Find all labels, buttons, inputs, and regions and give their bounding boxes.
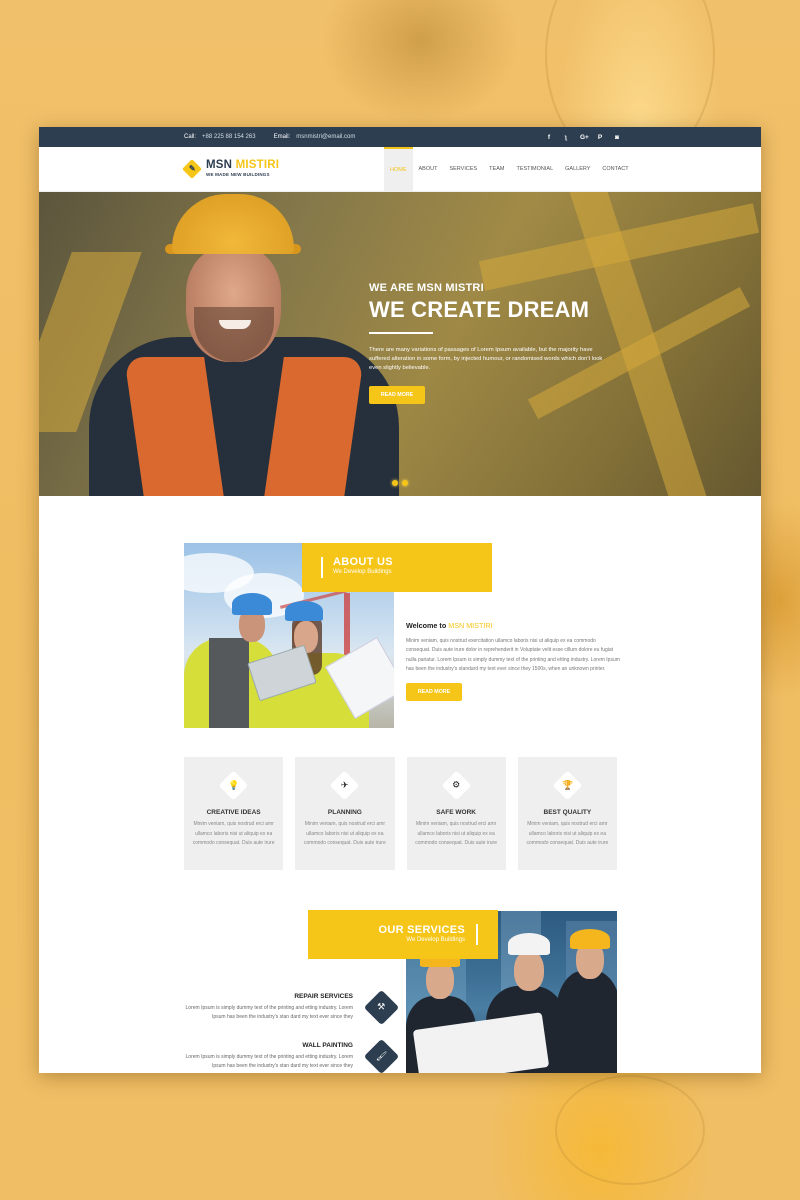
about-paragraph: Minim veniam, quis nostrud exercitation … [406,638,620,672]
nav-item-contact[interactable]: CONTACT [596,147,634,191]
instagram-icon[interactable]: ◙ [614,134,620,141]
rss-icon[interactable]: ʅ [563,134,569,141]
pinterest-icon[interactable]: P [597,134,603,141]
site-header: ✎ MSN MISTIRI WE MADE NEW BUILDINGS HOME… [39,147,761,192]
about-text-block: Welcome to MSN MISTIRI Minim veniam, qui… [406,621,621,702]
feature-card: ⚙ SAFE WORK Minim veniam, quis nostrud e… [406,757,506,870]
call-value[interactable]: +88 225 88 154 263 [202,134,256,140]
hero-worker-photo [89,192,399,496]
hero-slider: WE ARE MSN MISTRI WE CREATE DREAM There … [39,192,761,496]
banner-divider [321,557,323,578]
nav-item-home[interactable]: HOME [384,147,413,191]
website-preview: Call: +88 225 88 154 263 Email: msnmistr… [39,127,761,1073]
nav-item-testimonial[interactable]: TESTIMONIAL [510,147,559,191]
about-section: ABOUT US We Develop Buildings Welcome to… [184,543,620,729]
hero-divider [369,332,433,334]
features-section: 💡 CREATIVE IDEAS Minim veniam, quis nost… [184,757,617,870]
feature-card: 🏆 BEST QUALITY Minim veniam, quis nostru… [517,757,617,870]
feature-title: SAFE WORK [436,809,476,816]
service-item: WALL PAINTING Lorem Ipsum is simply dumm… [184,1038,400,1073]
slider-dot-2[interactable] [402,480,408,486]
hero-read-more-button[interactable]: READ MORE [369,386,425,404]
nav-item-services[interactable]: SERVICES [443,147,483,191]
welcome-heading: Welcome to MSN MISTIRI [406,621,493,630]
wrench-icon: ✎ [182,158,202,179]
nav-item-team[interactable]: TEAM [483,147,510,191]
about-title: ABOUT US [333,556,393,568]
banner-divider [476,924,478,945]
feature-title: CREATIVE IDEAS [206,809,261,816]
services-subtitle: We Develop Buildings [406,937,465,943]
nav-item-gallery[interactable]: GALLERY [559,147,596,191]
services-banner: OUR SERVICES We Develop Buildings [308,910,498,959]
about-subtitle: We Develop Buildings [333,569,392,575]
feature-card: 💡 CREATIVE IDEAS Minim veniam, quis nost… [184,757,284,870]
feature-title: BEST QUALITY [543,809,592,816]
hero-text: There are many variations of passages of… [369,347,603,371]
logo[interactable]: ✎ MSN MISTIRI WE MADE NEW BUILDINGS [182,158,280,179]
logo-tagline: WE MADE NEW BUILDINGS [206,171,270,177]
feature-text: Minim veniam, quis nostrud erci amr ulla… [304,821,386,846]
hero-title: WE CREATE DREAM [369,297,590,322]
lightbulb-icon: 💡 [218,770,249,801]
service-item: REPAIR SERVICES Lorem Ipsum is simply du… [184,989,400,1026]
facebook-icon[interactable]: f [546,134,552,141]
service-title: REPAIR SERVICES [294,993,353,1000]
feature-card: ✈ PLANNING Minim veniam, quis nostrud er… [295,757,395,870]
main-nav: HOME ABOUT SERVICES TEAM TESTIMONIAL GAL… [384,147,635,191]
background-blueprint-roll [555,1075,705,1185]
about-read-more-button[interactable]: READ MORE [406,683,462,702]
hero-content: WE ARE MSN MISTRI WE CREATE DREAM There … [369,282,629,404]
logo-title: MSN MISTIRI [206,159,280,171]
trophy-icon: 🏆 [552,770,583,801]
feature-text: Minim veniam, quis nostrud erci amr ulla… [192,821,275,846]
services-section: OUR SERVICES We Develop Buildings REPAIR… [184,910,617,1073]
paper-plane-icon: ✈ [330,770,360,801]
slider-dots [392,480,408,486]
gear-icon: ⚙ [441,770,471,801]
email-label: Email: [273,134,291,140]
feature-title: PLANNING [327,809,362,816]
service-title: WALL PAINTING [302,1042,353,1049]
call-label: Call: [184,134,197,140]
about-banner: ABOUT US We Develop Buildings [302,543,492,592]
hero-kicker: WE ARE MSN MISTRI [369,282,484,294]
feature-text: Minim veniam, quis nostrud erci amr ulla… [526,821,609,846]
services-title: OUR SERVICES [378,924,465,936]
top-bar: Call: +88 225 88 154 263 Email: msnmistr… [39,127,761,147]
social-links: f ʅ G+ P ◙ [546,134,620,141]
google-plus-icon[interactable]: G+ [580,134,589,141]
feature-text: Minim veniam, quis nostrud erci amr ulla… [415,821,497,846]
contact-info: Call: +88 225 88 154 263 Email: msnmistr… [184,134,367,140]
slider-dot-1[interactable] [392,480,398,486]
nav-item-about[interactable]: ABOUT [413,147,444,191]
email-value[interactable]: msnmistri@email.com [296,134,355,140]
